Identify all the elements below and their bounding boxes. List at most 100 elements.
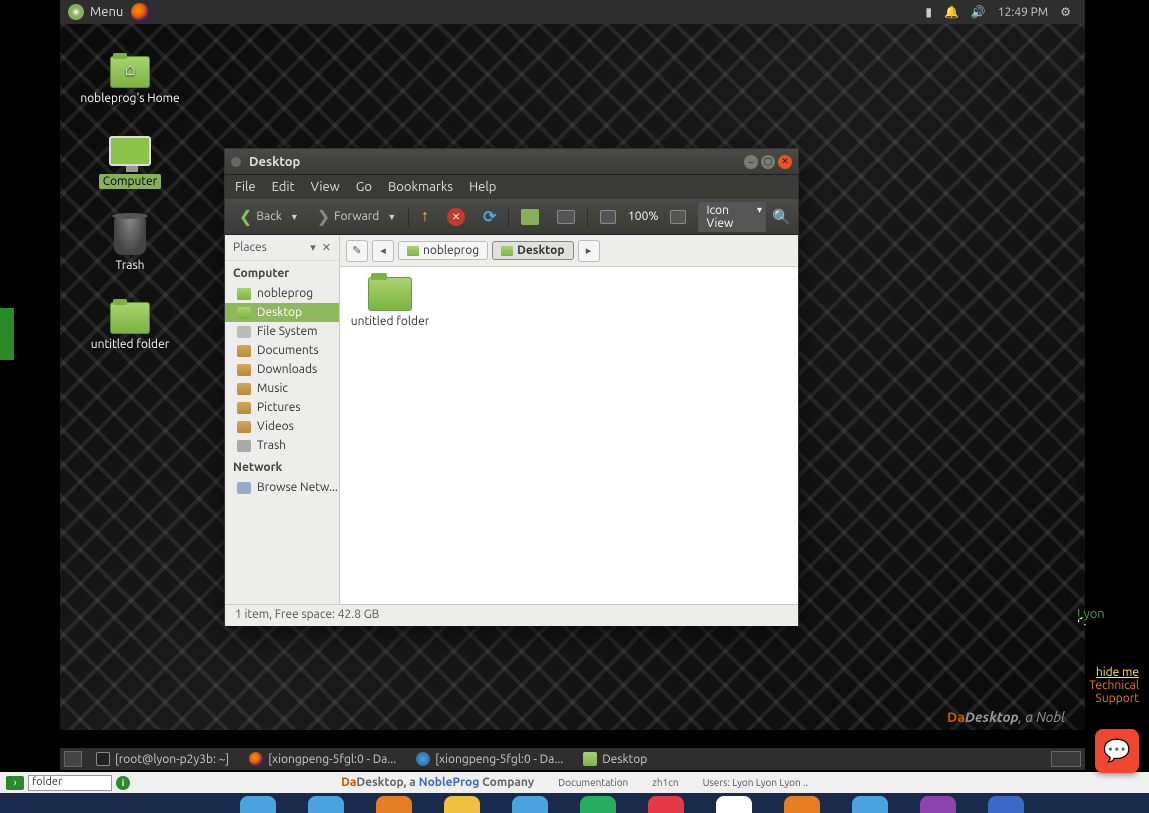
menu-go[interactable]: Go: [356, 180, 372, 194]
dropdown-arrow-icon[interactable]: ▼: [290, 212, 299, 222]
desktop-folder-icon: [237, 307, 251, 319]
close-sidebar-icon[interactable]: ✕: [322, 241, 331, 254]
computer-button[interactable]: [551, 207, 581, 227]
volume-tray-icon[interactable]: 🔊: [971, 5, 986, 19]
sidebar-item-nobleprog[interactable]: nobleprog: [225, 284, 339, 303]
task-terminal[interactable]: [root@lyon-p2y3b: ~]: [90, 751, 235, 767]
dock-app-9[interactable]: [784, 796, 820, 813]
task-label: [root@lyon-p2y3b: ~]: [115, 753, 229, 766]
sidebar-item-pictures[interactable]: Pictures: [225, 398, 339, 417]
sidebar-item-documents[interactable]: Documents: [225, 341, 339, 360]
path-back-button[interactable]: ◂: [372, 240, 394, 262]
menu-icon: [68, 4, 84, 20]
dock-app-8[interactable]: [716, 796, 752, 813]
sidebar-item-desktop[interactable]: Desktop: [225, 303, 339, 322]
dock-app-10[interactable]: [852, 796, 888, 813]
notification-tray-icon[interactable]: 🔔: [944, 5, 959, 19]
sidebar-item-music[interactable]: Music: [225, 379, 339, 398]
workspace-switcher[interactable]: [1051, 751, 1081, 767]
menu-label: Menu: [90, 5, 123, 19]
desktop-icon-label: nobleprog's Home: [80, 92, 179, 105]
home-button[interactable]: [515, 206, 545, 228]
window-titlebar[interactable]: Desktop – ▢ ✕: [225, 149, 798, 175]
desktop-icon-home[interactable]: nobleprog's Home: [70, 40, 190, 120]
show-desktop-button[interactable]: [64, 751, 82, 767]
stop-button[interactable]: ✕: [441, 205, 471, 229]
sidebar-item-browse-network[interactable]: Browse Netw...: [225, 478, 339, 497]
dock-app-1[interactable]: [240, 796, 276, 813]
file-manager-window: Desktop – ▢ ✕ File Edit View Go Bookmark…: [224, 148, 799, 625]
technical-link[interactable]: Technical: [1089, 679, 1139, 692]
path-segment-user[interactable]: nobleprog: [398, 241, 488, 260]
file-item-untitled[interactable]: untitled folder: [350, 277, 430, 328]
videos-folder-icon: [237, 421, 251, 433]
menu-file[interactable]: File: [235, 180, 256, 194]
support-link[interactable]: Support: [1089, 692, 1139, 705]
zoom-in-button[interactable]: [664, 207, 692, 227]
hide-me-link[interactable]: hide me: [1089, 666, 1139, 679]
maximize-button[interactable]: ▢: [761, 155, 775, 169]
desktop-icon-trash[interactable]: Trash: [70, 204, 190, 284]
sidebar-item-trash[interactable]: Trash: [225, 436, 339, 455]
chat-button[interactable]: 💬: [1095, 729, 1139, 773]
brand-company: Company: [479, 776, 534, 789]
view-mode-select[interactable]: Icon View: [698, 202, 766, 232]
path-forward-button[interactable]: ▸: [578, 240, 600, 262]
music-folder-icon: [237, 383, 251, 395]
edit-path-button[interactable]: ✎: [346, 240, 368, 262]
close-button[interactable]: ✕: [778, 155, 792, 169]
dock-app-11[interactable]: [920, 796, 956, 813]
path-segment-desktop[interactable]: Desktop: [492, 241, 573, 260]
menu-view[interactable]: View: [311, 180, 340, 194]
sidebar-selector[interactable]: Places ▾ ✕: [225, 235, 339, 261]
search-button[interactable]: 🔍: [772, 208, 790, 226]
sidebar-item-downloads[interactable]: Downloads: [225, 360, 339, 379]
dock-app-12[interactable]: [988, 796, 1024, 813]
menu-button[interactable]: Menu: [68, 4, 123, 20]
documentation-link[interactable]: Documentation: [558, 777, 628, 788]
home-folder-icon: [110, 56, 150, 88]
back-button[interactable]: ❮Back▼: [233, 204, 305, 229]
dock-app-3[interactable]: [376, 796, 412, 813]
sidebar-section-network: Network: [225, 455, 339, 478]
minimize-button[interactable]: –: [744, 155, 758, 169]
dock-app-2[interactable]: [308, 796, 344, 813]
task-firefox[interactable]: [xiongpeng-5fgl:0 - Da...: [243, 751, 402, 767]
settings-tray-icon[interactable]: ⚙: [1060, 5, 1071, 19]
back-label: Back: [256, 210, 281, 223]
drive-tray-icon[interactable]: ▮: [925, 5, 932, 19]
sidebar-item-filesystem[interactable]: File System: [225, 322, 339, 341]
dock-app-6[interactable]: [580, 796, 616, 813]
content-area[interactable]: untitled folder Lyon ↖: [340, 267, 798, 604]
reload-button[interactable]: ⟳: [477, 204, 502, 229]
sidebar: Places ▾ ✕ Computer nobleprog Desktop Fi…: [225, 235, 340, 604]
task-browser[interactable]: [xiongpeng-5fgl:0 - Da...: [410, 751, 569, 767]
info-icon[interactable]: i: [116, 776, 130, 790]
dock-app-5[interactable]: [512, 796, 548, 813]
watermark-desktop: Desktop: [965, 709, 1019, 725]
zoom-level: 100%: [628, 210, 658, 223]
prompt-icon[interactable]: ›: [6, 776, 24, 790]
firefox-launcher-icon[interactable]: [131, 3, 149, 21]
dock-app-4[interactable]: [444, 796, 480, 813]
menu-help[interactable]: Help: [469, 180, 496, 194]
command-input[interactable]: folder: [28, 775, 112, 791]
menu-edit[interactable]: Edit: [272, 180, 295, 194]
path-segment-label: Desktop: [517, 244, 564, 257]
locale-label: zh1cn: [652, 777, 678, 788]
dock-app-7[interactable]: [648, 796, 684, 813]
task-file-manager[interactable]: Desktop: [577, 751, 653, 767]
desktop-icon-label: untitled folder: [91, 338, 170, 351]
sidebar-item-videos[interactable]: Videos: [225, 417, 339, 436]
sidebar-item-label: nobleprog: [257, 287, 313, 300]
desktop-icon-computer[interactable]: Computer: [70, 122, 190, 202]
home-icon: [521, 209, 539, 225]
zoom-out-button[interactable]: [594, 207, 622, 227]
menu-bookmarks[interactable]: Bookmarks: [388, 180, 453, 194]
up-button[interactable]: ↑: [415, 204, 435, 229]
dropdown-arrow-icon[interactable]: ▼: [387, 212, 396, 222]
desktop-icon-untitled[interactable]: untitled folder: [70, 286, 190, 366]
clock[interactable]: 12:49 PM: [998, 6, 1048, 19]
forward-button[interactable]: ❯Forward▼: [311, 204, 402, 229]
left-dock-tab[interactable]: [0, 308, 14, 360]
